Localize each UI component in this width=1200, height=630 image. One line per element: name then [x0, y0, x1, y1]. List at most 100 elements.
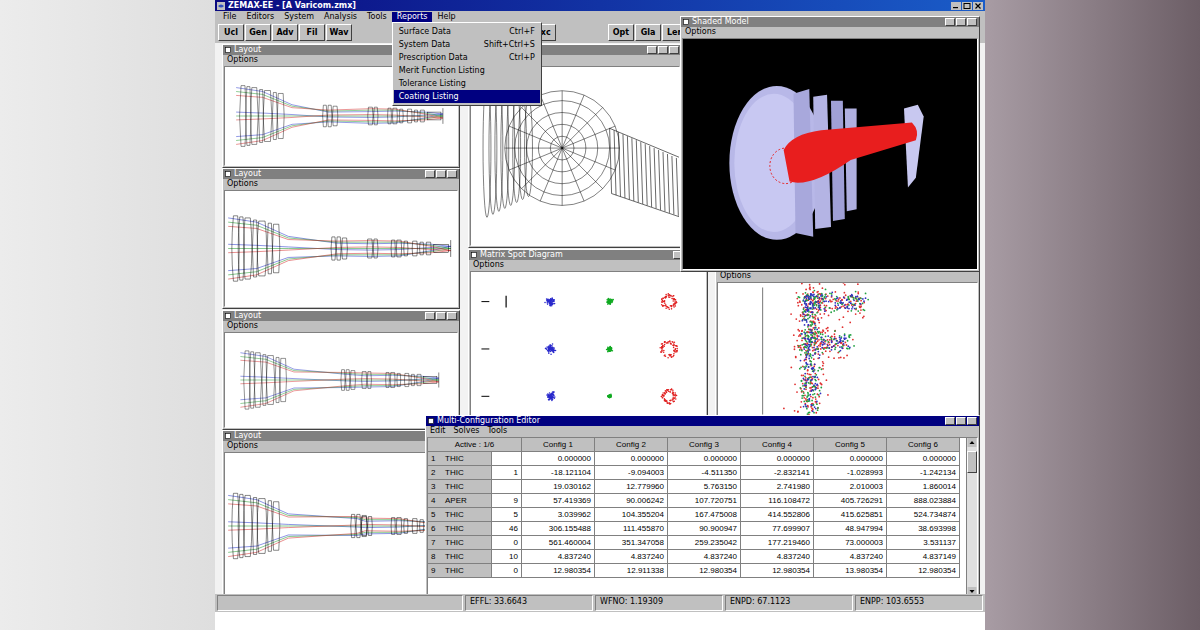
table-row[interactable]: 3THIC19.03016212.7799605.7631502.7419802…	[428, 480, 966, 494]
operand-cell[interactable]: 4APER	[428, 494, 492, 508]
image-analysis-window[interactable]: Options	[715, 270, 980, 422]
window-maximize-icon[interactable]	[436, 170, 446, 178]
column-header[interactable]: Active : 1/6	[428, 438, 522, 452]
config-cell[interactable]: 2.741980	[741, 480, 814, 494]
column-header[interactable]: Config 2	[595, 438, 668, 452]
editor-menu[interactable]: Tools	[488, 426, 508, 436]
config-cell[interactable]: 77.699907	[741, 522, 814, 536]
column-header[interactable]: Config 1	[522, 438, 595, 452]
column-header[interactable]: Config 5	[814, 438, 887, 452]
multi-configuration-editor[interactable]: Multi-Configuration EditorEditSolvesTool…	[425, 415, 980, 594]
options-menu[interactable]: Options	[473, 260, 504, 270]
layout-window[interactable]: LayoutOptions	[222, 168, 460, 309]
config-cell[interactable]: 0.000000	[522, 452, 595, 466]
config-cell[interactable]: 405.726291	[814, 494, 887, 508]
window-maximize-icon[interactable]	[956, 417, 966, 425]
config-cell[interactable]: -2.832141	[741, 466, 814, 480]
table-row[interactable]: 4APER957.41936990.006242107.720751116.10…	[428, 494, 966, 508]
table-row[interactable]: 5THIC53.039962104.355204167.475008414.55…	[428, 508, 966, 522]
config-cell[interactable]: 888.023884	[887, 494, 960, 508]
config-cell[interactable]: 415.625851	[814, 508, 887, 522]
param-cell[interactable]: 1	[492, 466, 522, 480]
config-cell[interactable]: 414.552806	[741, 508, 814, 522]
menu-item[interactable]: System	[279, 12, 319, 22]
config-cell[interactable]: 111.455870	[595, 522, 668, 536]
config-cell[interactable]: 259.235042	[668, 536, 741, 550]
options-menu[interactable]: Options	[227, 321, 258, 331]
operand-cell[interactable]: 1THIC	[428, 452, 492, 466]
config-cell[interactable]: 107.720751	[668, 494, 741, 508]
config-cell[interactable]: 0.000000	[741, 452, 814, 466]
config-cell[interactable]: 19.030162	[522, 480, 595, 494]
window-title-bar[interactable]: Matrix Spot Diagram	[469, 250, 707, 260]
menu-item[interactable]: Tools	[362, 12, 392, 22]
config-cell[interactable]: 0.000000	[595, 452, 668, 466]
options-menu[interactable]: Options	[227, 55, 258, 65]
dropdown-item[interactable]: Coating Listing	[394, 90, 540, 103]
toolbar-button[interactable]: Opt	[608, 24, 634, 41]
config-cell[interactable]: 48.947994	[814, 522, 887, 536]
param-cell[interactable]	[492, 452, 522, 466]
layout-window[interactable]: LayoutOptions	[222, 310, 460, 430]
dropdown-item[interactable]: Tolerance Listing	[394, 77, 540, 90]
config-cell[interactable]: 116.108472	[741, 494, 814, 508]
window-minimize-icon[interactable]	[425, 170, 435, 178]
minimize-icon[interactable]	[951, 2, 961, 10]
maximize-icon[interactable]	[962, 2, 972, 10]
toolbar-button[interactable]: Ucl	[218, 24, 244, 41]
spot-diagram-window[interactable]: Matrix Spot DiagramOptions	[468, 249, 708, 423]
options-menu[interactable]: Options	[227, 179, 258, 189]
config-cell[interactable]: 351.347058	[595, 536, 668, 550]
table-row[interactable]: 2THIC1-18.121104-9.094003-4.511350-2.832…	[428, 466, 966, 480]
config-cell[interactable]: -9.094003	[595, 466, 668, 480]
config-cell[interactable]: 57.419369	[522, 494, 595, 508]
options-menu[interactable]: Options	[227, 441, 258, 451]
config-cell[interactable]: 3.531137	[887, 536, 960, 550]
param-cell[interactable]	[492, 480, 522, 494]
config-cell[interactable]: 38.693998	[887, 522, 960, 536]
window-close-icon[interactable]	[669, 46, 679, 54]
toolbar-button[interactable]: Adv	[272, 24, 298, 41]
dropdown-item[interactable]: Merit Function Listing	[394, 64, 540, 77]
config-cell[interactable]: 3.039962	[522, 508, 595, 522]
config-cell[interactable]: 90.900947	[668, 522, 741, 536]
config-cell[interactable]: -1.242134	[887, 466, 960, 480]
operand-cell[interactable]: 2THIC	[428, 466, 492, 480]
column-header[interactable]: Config 4	[741, 438, 814, 452]
operand-cell[interactable]: 8THIC	[428, 550, 492, 564]
window-minimize-icon[interactable]	[945, 417, 955, 425]
config-cell[interactable]: 5.763150	[668, 480, 741, 494]
dropdown-item[interactable]: Surface DataCtrl+F	[394, 25, 540, 38]
menu-item[interactable]: File	[218, 12, 241, 22]
config-cell[interactable]: 167.475008	[668, 508, 741, 522]
param-cell[interactable]: 0	[492, 536, 522, 550]
config-cell[interactable]: 524.734874	[887, 508, 960, 522]
param-cell[interactable]: 5	[492, 508, 522, 522]
config-cell[interactable]: 0.000000	[887, 452, 960, 466]
table-row[interactable]: 8THIC104.8372404.8372404.8372404.8372404…	[428, 550, 966, 564]
config-cell[interactable]: 306.155488	[522, 522, 595, 536]
editor-menu[interactable]: Solves	[454, 426, 480, 436]
window-maximize-icon[interactable]	[658, 46, 668, 54]
window-minimize-icon[interactable]	[647, 46, 657, 54]
close-icon[interactable]	[973, 2, 983, 10]
menu-item[interactable]: ReportsSurface DataCtrl+FSystem DataShif…	[392, 12, 433, 22]
config-cell[interactable]: -1.028993	[814, 466, 887, 480]
options-menu[interactable]: Options	[720, 271, 751, 281]
window-close-icon[interactable]	[967, 417, 977, 425]
param-cell[interactable]: 46	[492, 522, 522, 536]
operand-cell[interactable]: 3THIC	[428, 480, 492, 494]
toolbar-button[interactable]: Wav	[326, 24, 352, 41]
dropdown-item[interactable]: System DataShift+Ctrl+S	[394, 38, 540, 51]
config-cell[interactable]: 561.460004	[522, 536, 595, 550]
window-maximize-icon[interactable]	[436, 312, 446, 320]
toolbar-button[interactable]: Gla	[635, 24, 661, 41]
config-cell[interactable]: 12.779960	[595, 480, 668, 494]
table-row[interactable]: 7THIC0561.460004351.347058259.235042177.…	[428, 536, 966, 550]
operand-cell[interactable]: 5THIC	[428, 508, 492, 522]
config-cell[interactable]: 177.219460	[741, 536, 814, 550]
window-title-bar[interactable]: Layout	[223, 169, 459, 179]
column-header[interactable]: Config 6	[887, 438, 960, 452]
menu-item[interactable]: Analysis	[319, 12, 362, 22]
config-cell[interactable]: 1.860014	[887, 480, 960, 494]
